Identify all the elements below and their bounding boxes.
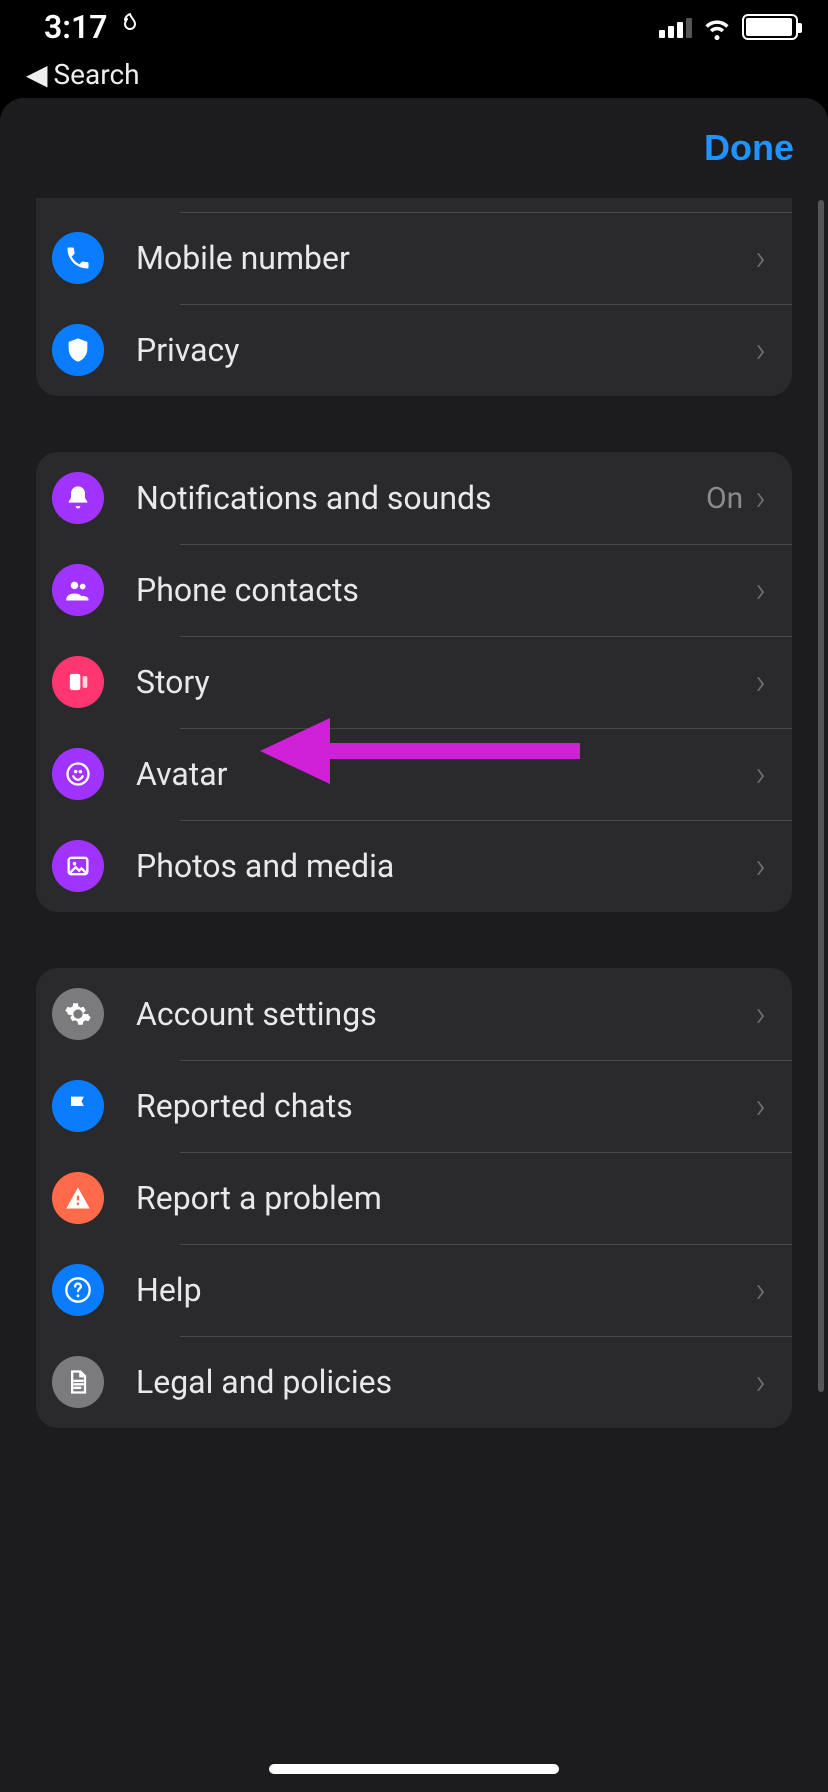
chevron-right-icon: ›: [755, 198, 766, 210]
row-label: Report a problem: [136, 1179, 766, 1217]
row-photos-media[interactable]: Photos and media ›: [36, 820, 792, 912]
status-right: [659, 12, 798, 42]
back-to-search[interactable]: ◀ Search: [0, 54, 828, 101]
row-value: On: [706, 481, 743, 516]
story-icon: [52, 656, 104, 708]
row-help[interactable]: Help ›: [36, 1244, 792, 1336]
row-label: Notifications and sounds: [136, 479, 706, 517]
shield-icon: [52, 324, 104, 376]
warning-icon: [52, 1172, 104, 1224]
chevron-right-icon: ›: [755, 329, 766, 371]
chevron-right-icon: ›: [755, 477, 766, 519]
row-report-problem[interactable]: Report a problem: [36, 1152, 792, 1244]
row-notifications[interactable]: Notifications and sounds On ›: [36, 452, 792, 544]
people-icon: [52, 564, 104, 616]
cellular-signal-icon: [659, 16, 692, 38]
row-label: Legal and policies: [136, 1363, 755, 1401]
chevron-right-icon: ›: [755, 993, 766, 1035]
row-reported-chats[interactable]: Reported chats ›: [36, 1060, 792, 1152]
row-label: Account settings: [136, 995, 755, 1033]
scrollbar[interactable]: [818, 200, 824, 1392]
flame-icon: [118, 12, 142, 43]
chevron-right-icon: ›: [755, 1085, 766, 1127]
wifi-icon: [702, 12, 732, 42]
bell-icon: [52, 472, 104, 524]
row-label: Story: [136, 663, 755, 701]
row-archived-chats[interactable]: Archived chats ›: [36, 198, 792, 212]
row-phone-contacts[interactable]: Phone contacts ›: [36, 544, 792, 636]
back-caret-icon: ◀: [26, 58, 48, 91]
settings-group-support: Account settings › Reported chats › Repo…: [36, 968, 792, 1428]
home-indicator[interactable]: [269, 1764, 559, 1774]
chevron-right-icon: ›: [755, 569, 766, 611]
chevron-right-icon: ›: [755, 845, 766, 887]
chevron-right-icon: ›: [755, 1269, 766, 1311]
settings-sheet: Done Archived chats › Mobile number ›: [0, 98, 828, 1792]
sheet-header: Done: [0, 98, 828, 198]
chevron-right-icon: ›: [755, 1361, 766, 1403]
chevron-right-icon: ›: [755, 753, 766, 795]
back-label: Search: [54, 58, 140, 91]
row-label: Reported chats: [136, 1087, 755, 1125]
row-label: Mobile number: [136, 239, 755, 277]
row-avatar[interactable]: Avatar ›: [36, 728, 792, 820]
help-icon: [52, 1264, 104, 1316]
row-label: Help: [136, 1271, 755, 1309]
flag-icon: [52, 1080, 104, 1132]
row-privacy[interactable]: Privacy ›: [36, 304, 792, 396]
row-legal-policies[interactable]: Legal and policies ›: [36, 1336, 792, 1428]
row-label: Privacy: [136, 331, 755, 369]
row-story[interactable]: Story ›: [36, 636, 792, 728]
chevron-right-icon: ›: [755, 661, 766, 703]
chevron-right-icon: ›: [755, 237, 766, 279]
settings-group-account: Archived chats › Mobile number › Privacy…: [36, 198, 792, 396]
row-label: Photos and media: [136, 847, 755, 885]
row-mobile-number[interactable]: Mobile number ›: [36, 212, 792, 304]
row-label: Phone contacts: [136, 571, 755, 609]
status-left: 3:17: [44, 8, 142, 46]
phone-icon: [52, 232, 104, 284]
gear-icon: [52, 988, 104, 1040]
status-time: 3:17: [44, 8, 108, 46]
avatar-icon: [52, 748, 104, 800]
status-bar: 3:17: [0, 0, 828, 54]
image-icon: [52, 840, 104, 892]
settings-group-preferences: Notifications and sounds On › Phone cont…: [36, 452, 792, 912]
settings-content: Archived chats › Mobile number › Privacy…: [0, 198, 828, 1792]
document-icon: [52, 1356, 104, 1408]
row-account-settings[interactable]: Account settings ›: [36, 968, 792, 1060]
battery-icon: [742, 14, 798, 40]
done-button[interactable]: Done: [704, 127, 794, 169]
row-label: Avatar: [136, 755, 755, 793]
